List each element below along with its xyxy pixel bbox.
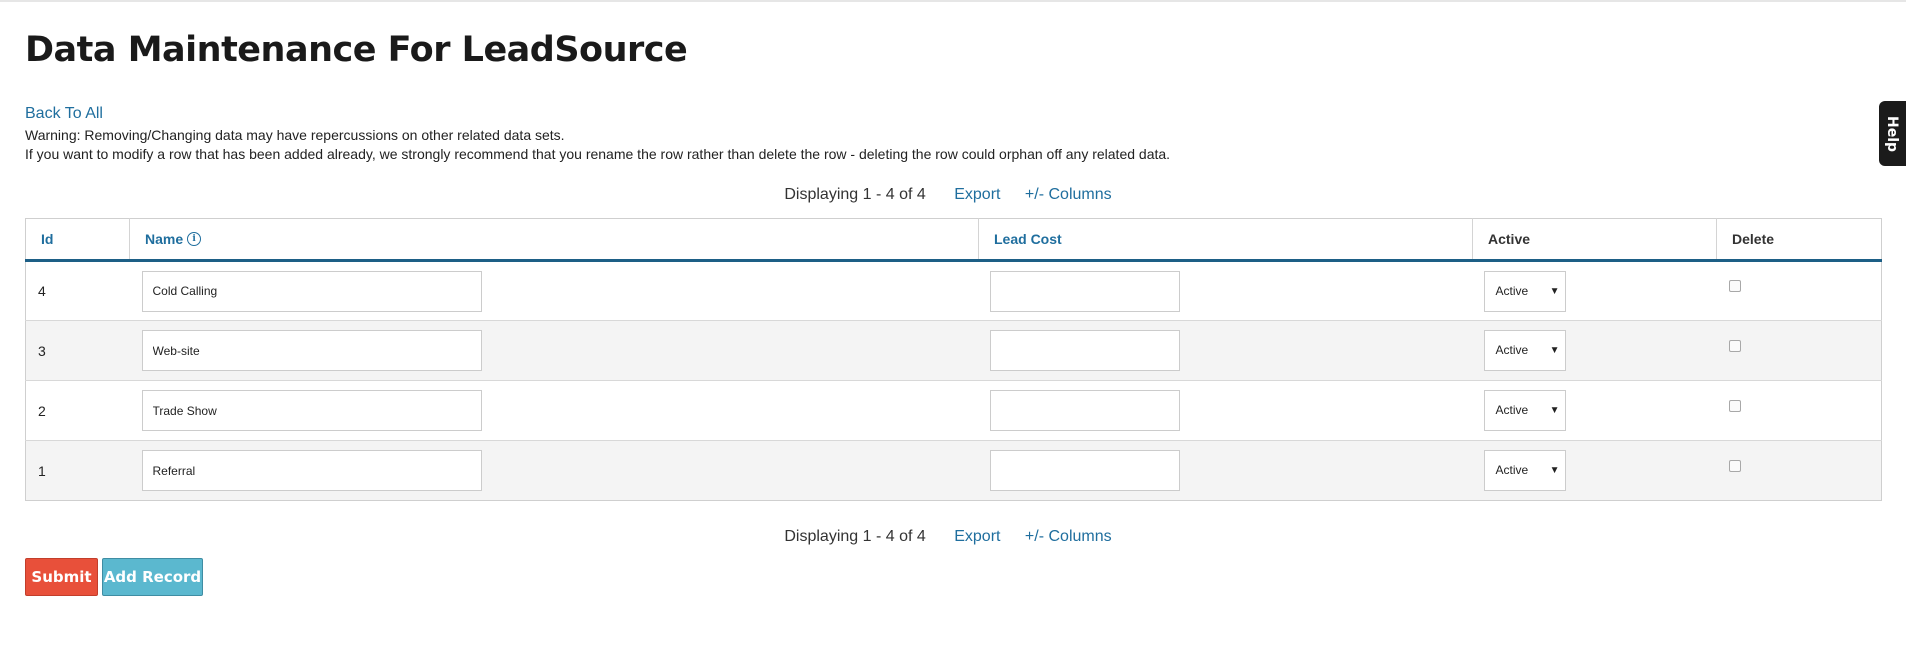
cell-id: 3 — [25, 320, 130, 381]
columns-toggle-link[interactable]: +/- Columns — [1025, 186, 1112, 203]
page-title: Data Maintenance For LeadSource — [25, 30, 688, 70]
pager-count: Displaying 1 - 4 of 4 — [784, 186, 926, 203]
column-header-lead-cost[interactable]: Lead Cost — [978, 218, 1473, 262]
delete-checkbox[interactable] — [1728, 459, 1741, 472]
cell-lead-cost — [978, 380, 1473, 441]
column-header-name[interactable]: Name i — [129, 218, 979, 262]
cell-active: Active ▼ — [1472, 440, 1717, 501]
name-input[interactable] — [141, 390, 482, 431]
caret-down-icon: ▼ — [1549, 465, 1560, 476]
cell-delete — [1716, 260, 1882, 321]
cell-id: 2 — [25, 380, 130, 441]
caret-down-icon: ▼ — [1549, 285, 1560, 297]
cell-active: Active ▼ — [1472, 260, 1717, 321]
table-row: 1 Active ▼ — [25, 440, 1882, 501]
lead-cost-input[interactable] — [989, 390, 1180, 431]
pager-top: Displaying 1 - 4 of 4 Export +/- Columns — [25, 186, 1881, 204]
columns-toggle-link[interactable]: +/- Columns — [1025, 528, 1112, 545]
back-to-all-link[interactable]: Back To All — [25, 105, 103, 123]
export-link[interactable]: Export — [954, 186, 1000, 203]
active-select[interactable]: Active ▼ — [1483, 450, 1566, 491]
export-link[interactable]: Export — [954, 528, 1000, 545]
warning-text: Warning: Removing/Changing data may have… — [25, 126, 1170, 164]
warning-line-1: Warning: Removing/Changing data may have… — [25, 127, 565, 143]
data-table: Id Namei Lead Cost Active Delete 4 Active… — [25, 218, 1882, 501]
cell-id: 4 — [25, 260, 130, 321]
help-tab[interactable]: Help — [1879, 101, 1906, 166]
cell-id: 1 — [25, 440, 130, 501]
cell-delete — [1716, 380, 1882, 441]
active-select-value: Active — [1495, 463, 1529, 477]
submit-button[interactable]: Submit — [25, 558, 98, 596]
lead-cost-input[interactable] — [989, 450, 1180, 491]
info-icon[interactable]: i — [187, 232, 202, 247]
cell-name — [129, 380, 979, 441]
caret-down-icon: ▼ — [1549, 405, 1560, 416]
active-select[interactable]: Active ▼ — [1483, 270, 1566, 312]
caret-down-icon: ▼ — [1549, 345, 1560, 356]
cell-name — [129, 440, 979, 501]
active-select-value: Active — [1495, 403, 1529, 417]
warning-line-2: If you want to modify a row that has bee… — [25, 146, 1171, 162]
name-input[interactable] — [141, 330, 482, 371]
column-header-delete: Delete — [1716, 218, 1882, 262]
column-header-active: Active — [1472, 218, 1717, 262]
pager-count: Displaying 1 - 4 of 4 — [784, 528, 926, 545]
table-row: 2 Active ▼ — [25, 380, 1882, 441]
column-header-id[interactable]: Id — [25, 218, 130, 262]
name-input[interactable] — [141, 270, 482, 312]
active-select[interactable]: Active ▼ — [1483, 330, 1566, 371]
cell-name — [129, 320, 979, 381]
cell-active: Active ▼ — [1472, 380, 1717, 441]
cell-lead-cost — [978, 440, 1473, 501]
cell-delete — [1716, 320, 1882, 381]
cell-active: Active ▼ — [1472, 320, 1717, 381]
delete-checkbox[interactable] — [1728, 280, 1741, 292]
cell-lead-cost — [978, 260, 1473, 321]
cell-name — [129, 260, 979, 321]
active-select-value: Active — [1495, 283, 1529, 298]
delete-checkbox[interactable] — [1728, 399, 1741, 412]
active-select[interactable]: Active ▼ — [1483, 390, 1566, 431]
lead-cost-input[interactable] — [989, 330, 1180, 371]
add-record-button[interactable]: Add Record — [102, 558, 203, 596]
cell-lead-cost — [978, 320, 1473, 381]
lead-cost-input[interactable] — [989, 270, 1180, 312]
table-header-row: Id Name i Lead Cost Active Delete — [25, 218, 1882, 262]
table-row: 4 Active ▼ — [25, 260, 1882, 321]
table-row: 3 Active ▼ — [25, 320, 1882, 381]
cell-delete — [1716, 440, 1882, 501]
help-tab-label: Help — [1884, 115, 1901, 152]
pager-bottom: Displaying 1 - 4 of 4 Export +/- Columns — [25, 528, 1881, 546]
active-select-value: Active — [1495, 343, 1529, 357]
delete-checkbox[interactable] — [1728, 339, 1741, 352]
name-input[interactable] — [141, 450, 482, 491]
